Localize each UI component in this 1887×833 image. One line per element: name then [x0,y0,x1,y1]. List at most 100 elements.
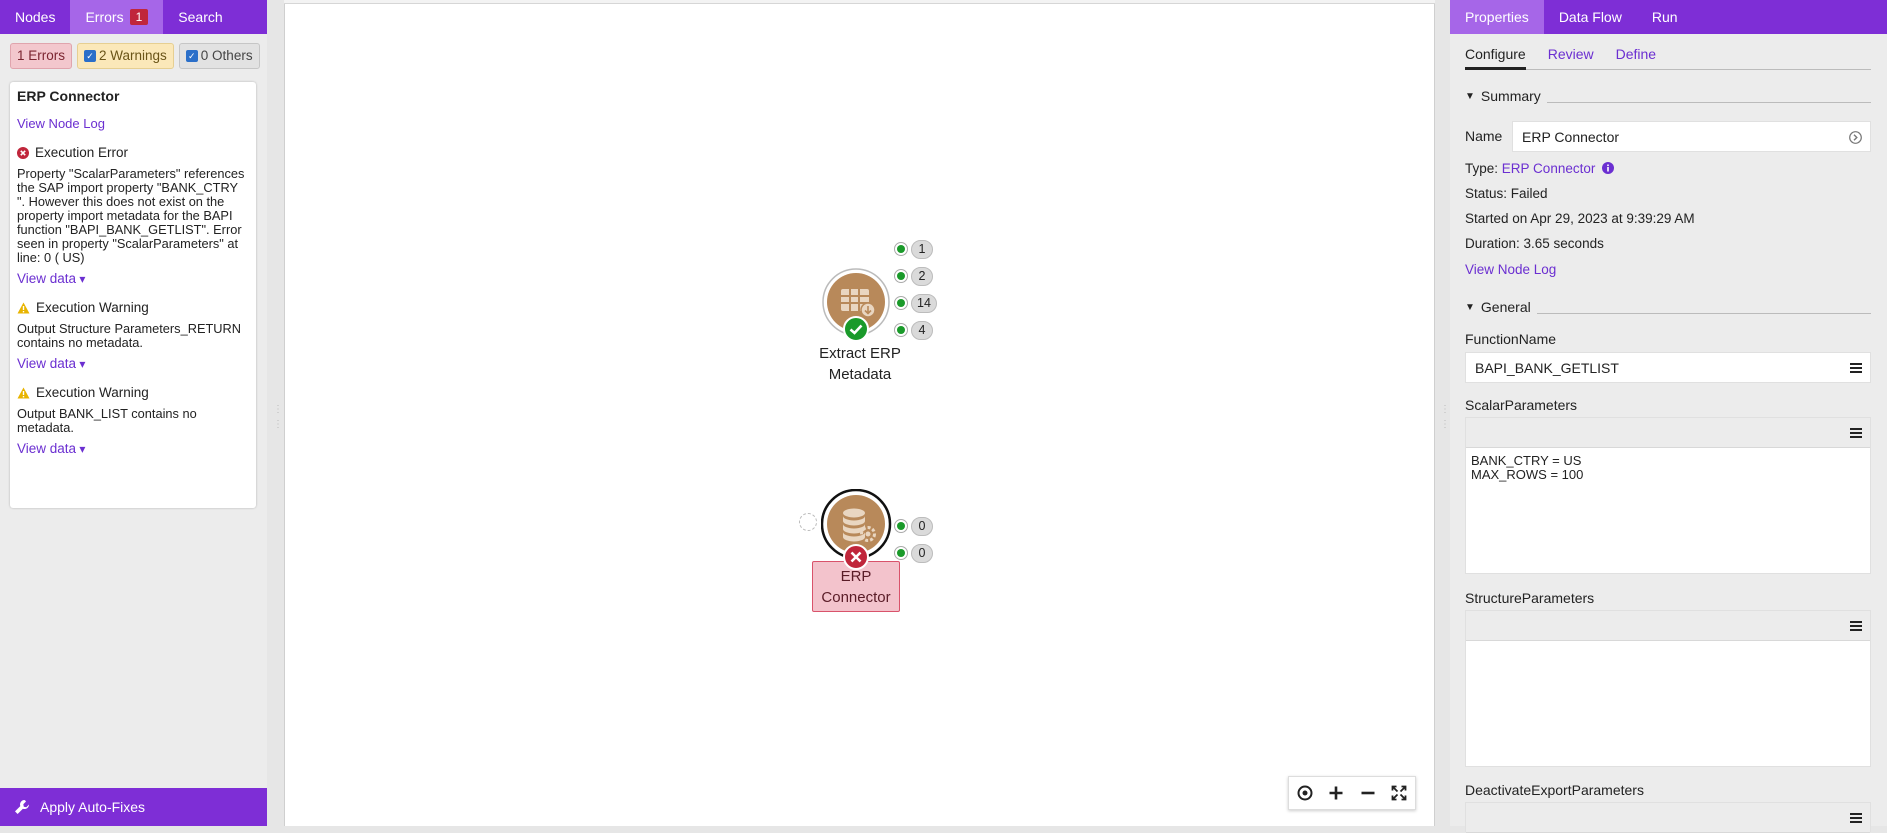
output-port[interactable] [894,519,908,533]
function-name-label: FunctionName [1465,331,1557,347]
menu-icon[interactable] [1850,427,1862,438]
menu-icon[interactable] [1850,620,1862,631]
status-text: Status: Failed [1465,186,1548,201]
flow-canvas[interactable]: Extract ERP Metadata 1 2 14 4 ERP Connec… [284,4,1435,826]
subtab-review[interactable]: Review [1548,46,1594,69]
subtab-define[interactable]: Define [1616,46,1656,69]
right-splitter-handle[interactable] [1440,400,1446,430]
tab-run-label: Run [1651,9,1678,25]
others-checkbox[interactable]: ✓ [185,50,198,62]
tab-data-flow-label: Data Flow [1558,9,1622,25]
apply-auto-fixes-button[interactable]: Apply Auto-Fixes [0,788,267,826]
port-count-badge: 2 [911,267,933,286]
subtab-configure[interactable]: Configure [1465,46,1526,70]
scalar-parameters-editor[interactable]: BANK_CTRY = US MAX_ROWS = 100 [1465,417,1871,574]
view-data-link[interactable]: View data [17,441,249,456]
minus-icon [1361,791,1375,795]
errors-filter[interactable]: 1 Errors [10,43,73,69]
zoom-toolbar [1288,776,1416,810]
error-circle-icon [17,146,29,159]
node-label-line: ERP [840,568,872,585]
error-card-title: ERP Connector [17,88,120,104]
editor-toolbar [1466,611,1870,641]
properties-subtabs: Configure Review Define [1465,46,1871,70]
tab-run[interactable]: Run [1637,0,1693,34]
warnings-filter[interactable]: ✓ 2 Warnings [77,43,174,69]
warnings-checkbox[interactable]: ✓ [84,50,97,62]
tab-search-label: Search [178,9,223,25]
tab-errors-label: Errors [85,9,124,25]
others-filter-label: 0 Others [200,48,253,63]
zoom-out-button[interactable] [1357,782,1379,804]
center-view-button[interactable] [1294,782,1316,804]
left-tab-bar: Nodes Errors 1 Search [0,0,267,34]
general-section-label: General [1480,299,1531,315]
left-splitter-handle[interactable] [273,400,279,430]
warning-message-body: Output BANK_LIST contains no metadata. [17,406,197,435]
error-message-heading: Execution Error [17,145,249,160]
section-divider [1536,312,1871,314]
structure-parameters-text[interactable] [1466,641,1870,653]
zoom-in-button[interactable] [1325,782,1347,804]
output-port[interactable] [894,242,908,256]
function-name-field[interactable]: BAPI_BANK_GETLIST [1465,352,1871,383]
general-section-header[interactable]: ▼ General [1465,299,1871,315]
info-icon[interactable] [1602,162,1615,174]
warning-message-heading: Execution Warning [17,385,249,400]
function-name-value: BAPI_BANK_GETLIST [1475,359,1619,376]
error-heading-text: Execution Error [35,145,129,160]
input-port[interactable] [799,513,817,531]
started-text: Started on Apr 29, 2023 at 9:39:29 AM [1465,211,1695,226]
success-check-icon [843,316,869,342]
view-node-log-link[interactable]: View Node Log [1465,262,1556,277]
tab-data-flow[interactable]: Data Flow [1544,0,1637,34]
node-label-line: Extract ERP [819,345,901,362]
deactivate-export-parameters-editor[interactable] [1465,802,1871,833]
errors-filter-label: 1 Errors [17,48,66,63]
expand-icon [1391,785,1407,801]
warnings-filter-label: 2 Warnings [99,48,167,63]
plus-icon [1329,786,1343,800]
output-port[interactable] [894,269,908,283]
name-field[interactable]: ERP Connector [1512,121,1871,152]
structure-parameters-editor[interactable] [1465,610,1871,767]
error-count-badge: 1 [129,9,149,25]
section-divider [1546,101,1871,103]
apply-auto-fixes-label: Apply Auto-Fixes [40,799,146,815]
structure-parameters-label: StructureParameters [1465,590,1595,606]
summary-section-header[interactable]: ▼ Summary [1465,88,1871,104]
scalar-parameters-text[interactable]: BANK_CTRY = US MAX_ROWS = 100 [1466,448,1870,488]
tab-search[interactable]: Search [163,0,237,34]
type-label: Type: [1465,161,1499,176]
view-data-link[interactable]: View data [17,271,249,286]
right-tab-bar: Properties Data Flow Run [1450,0,1887,34]
name-label: Name [1465,128,1503,144]
left-panel: Nodes Errors 1 Search 1 Errors ✓ 2 Warning… [0,0,267,826]
editor-toolbar [1466,418,1870,448]
output-port[interactable] [894,546,908,560]
wrench-icon [15,800,29,814]
menu-icon[interactable] [1850,362,1862,373]
output-port[interactable] [894,296,908,310]
menu-icon[interactable] [1850,812,1862,823]
type-link[interactable]: ERP Connector [1502,161,1596,176]
fit-view-button[interactable] [1388,782,1410,804]
warning-heading-text: Execution Warning [36,385,149,400]
tab-errors[interactable]: Errors 1 [70,0,164,34]
tab-properties[interactable]: Properties [1450,0,1544,34]
filter-bar: 1 Errors ✓ 2 Warnings ✓ 0 Others [0,34,267,69]
warning-heading-text: Execution Warning [36,300,149,315]
tab-properties-label: Properties [1465,9,1529,25]
circle-arrow-icon[interactable] [1849,131,1862,144]
error-message-body: Property "ScalarParameters" references t… [17,166,245,265]
port-count-badge: 14 [911,294,937,313]
name-field-value: ERP Connector [1522,128,1620,145]
output-port[interactable] [894,323,908,337]
tab-nodes[interactable]: Nodes [0,0,70,34]
warning-triangle-icon [17,302,30,313]
view-data-link[interactable]: View data [17,356,249,371]
tab-nodes-label: Nodes [15,9,56,25]
warning-message-body: Output Structure Parameters_RETURN conta… [17,321,242,350]
others-filter[interactable]: ✓ 0 Others [178,43,260,69]
view-node-log-link[interactable]: View Node Log [17,116,249,131]
